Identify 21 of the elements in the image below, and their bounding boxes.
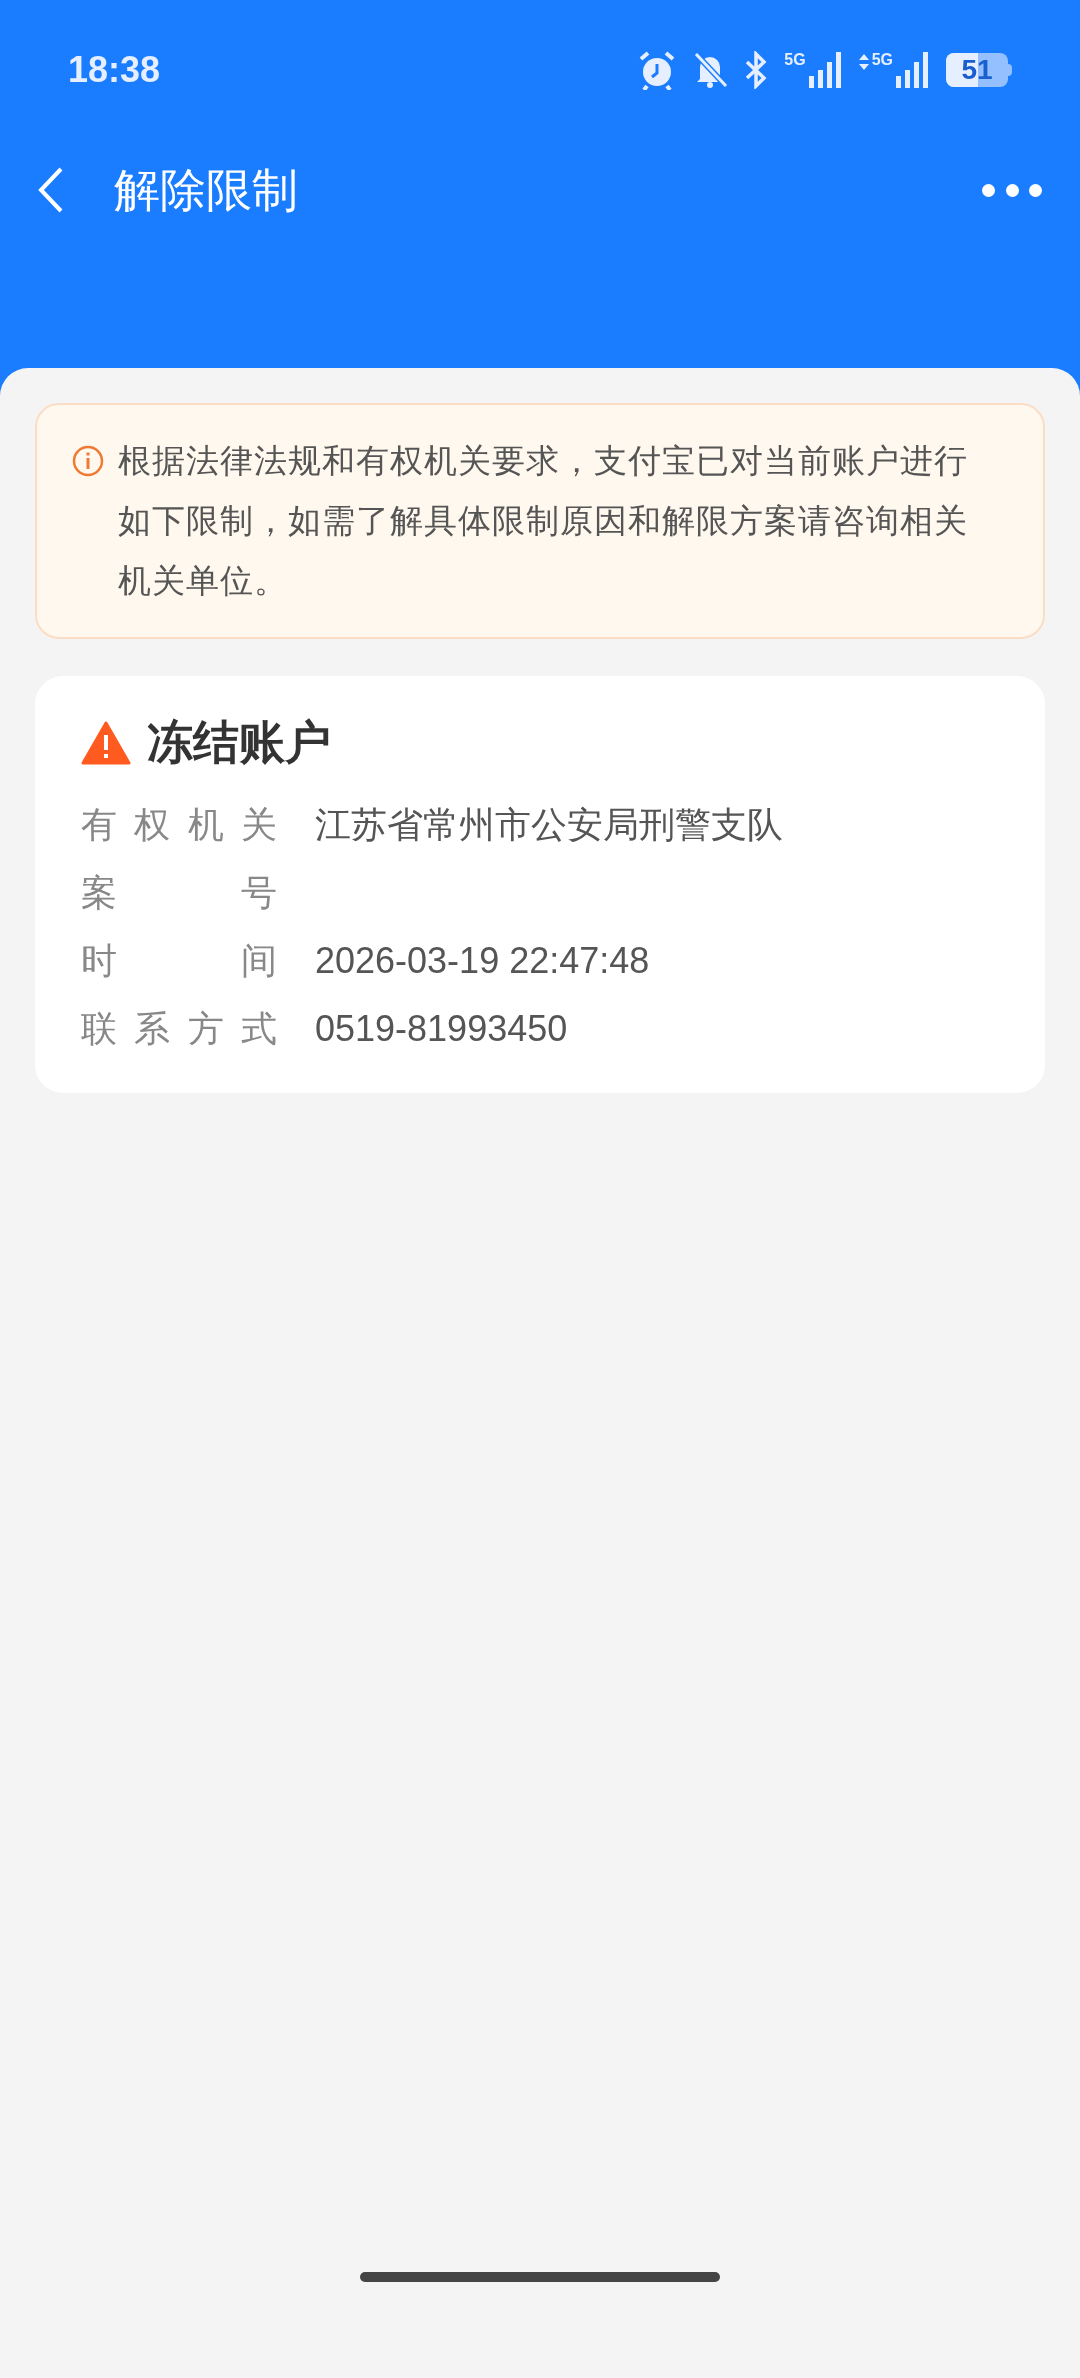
field-label: 时间	[81, 939, 277, 983]
field-label: 有权机关	[81, 803, 277, 847]
network-type: 5G	[784, 52, 806, 68]
network-type: 5G	[871, 52, 893, 68]
field-label: 联系方式	[81, 1007, 277, 1051]
warning-icon	[81, 720, 131, 765]
field-value: 0519-81993450	[315, 1007, 568, 1051]
status-time: 18:38	[68, 48, 161, 92]
signal-icon	[896, 52, 930, 88]
field-label: 案号	[81, 871, 277, 915]
alarm-icon	[638, 50, 677, 90]
field-value: 2026-03-19 22:47:48	[315, 939, 650, 983]
data-arrows-icon	[858, 54, 869, 70]
restriction-title: 冻结账户	[147, 715, 331, 770]
notice-text: 根据法律法规和有权机关要求，支付宝已对当前账户进行如下限制，如需了解具体限制原因和解限方案请咨询相关机关单位。	[118, 441, 969, 601]
page-title: 解除限制	[114, 162, 298, 218]
signal-icon	[808, 52, 843, 88]
bluetooth-icon	[744, 51, 769, 89]
muted-bell-icon	[692, 51, 729, 89]
field-value: 江苏省常州市公安局刑警支队	[315, 803, 783, 847]
info-icon	[72, 445, 104, 477]
